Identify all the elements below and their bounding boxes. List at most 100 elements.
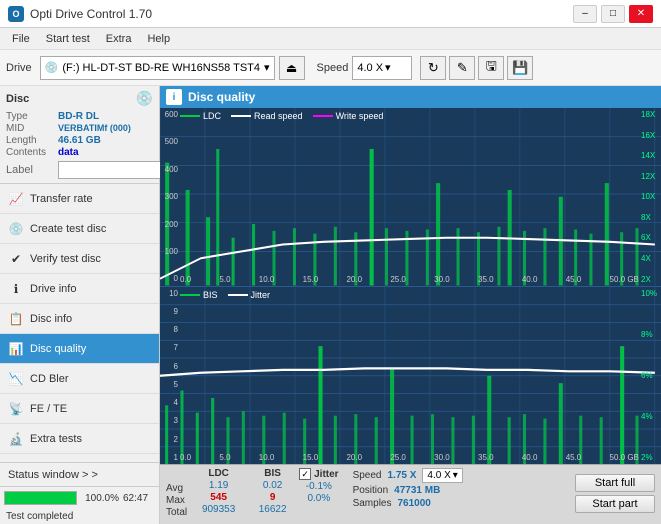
disc-quality-header: i Disc quality xyxy=(160,86,661,108)
charts-container: LDC Read speed Write speed 600 500 400 xyxy=(160,108,661,464)
minimize-button[interactable]: – xyxy=(573,5,597,23)
read-speed-legend-label: Read speed xyxy=(254,111,303,121)
x-label-45: 45.0 xyxy=(566,275,582,284)
sidebar-item-label-cd-bler: CD Bler xyxy=(30,373,69,385)
refresh-button[interactable]: ↻ xyxy=(420,56,446,80)
menu-file[interactable]: File xyxy=(4,31,38,47)
action-buttons: Start full Start part xyxy=(575,474,655,513)
disc-contents-value: data xyxy=(58,147,79,158)
chart-bottom: BIS Jitter 10 9 8 7 6 5 4 3 xyxy=(160,287,661,465)
jitter-section: ✓ Jitter -0.1% 0.0% xyxy=(299,468,338,504)
y-right-18x: 18X xyxy=(639,110,661,119)
speed-select[interactable]: 4.0 X ▾ xyxy=(422,468,462,483)
titlebar: O Opti Drive Control 1.70 – □ ✕ xyxy=(0,0,661,28)
y2-right-4pct: 4% xyxy=(639,412,661,421)
sidebar-item-disc-quality[interactable]: 📊 Disc quality xyxy=(0,334,159,364)
ldc-legend-label: LDC xyxy=(203,111,221,121)
x2-label-0: 0.0 xyxy=(180,453,191,462)
sidebar-item-drive-info[interactable]: ℹ Drive info xyxy=(0,274,159,304)
sidebar-item-label-disc-quality: Disc quality xyxy=(30,343,86,355)
menu-extra[interactable]: Extra xyxy=(98,31,140,47)
progress-bar-fill xyxy=(5,492,76,504)
sidebar-item-label-drive-info: Drive info xyxy=(30,283,76,295)
x2-label-10: 10.0 xyxy=(259,453,275,462)
y2-label-7: 7 xyxy=(160,343,178,352)
sidebar-item-cd-bler[interactable]: 📉 CD Bler xyxy=(0,364,159,394)
sidebar-item-transfer-rate[interactable]: 📈 Transfer rate xyxy=(0,184,159,214)
verify-test-disc-icon: ✔ xyxy=(8,251,24,267)
jitter-checkbox-row[interactable]: ✓ Jitter xyxy=(299,468,338,480)
chart-bottom-x-labels: 0.0 5.0 10.0 15.0 20.0 25.0 30.0 35.0 40… xyxy=(180,453,639,462)
chevron-down-icon: ▾ xyxy=(264,61,270,74)
controls-panel: Avg Max Total LDC 1.19 545 909353 BIS 0.… xyxy=(160,464,661,524)
eject-button[interactable]: ⏏ xyxy=(279,56,305,80)
close-button[interactable]: ✕ xyxy=(629,5,653,23)
speed-position-section: Speed 1.75 X 4.0 X ▾ Position 47731 MB xyxy=(353,468,463,509)
sidebar-item-disc-info[interactable]: 📋 Disc info xyxy=(0,304,159,334)
x2-label-20: 20.0 xyxy=(346,453,362,462)
save-disc-button[interactable]: 🖫 xyxy=(478,56,504,80)
progress-row: 100.0% 62:47 xyxy=(0,487,159,509)
samples-row: Samples 761000 xyxy=(353,498,463,509)
y-label-500: 500 xyxy=(160,137,178,146)
x-label-50: 50.0 GB xyxy=(610,275,639,284)
sidebar: Disc 💿 Type BD-R DL MID VERBATIMf (000) … xyxy=(0,86,160,524)
ldc-legend: LDC xyxy=(180,111,221,121)
start-full-button[interactable]: Start full xyxy=(575,474,655,492)
jitter-legend-color xyxy=(228,294,248,296)
jitter-checkbox[interactable]: ✓ xyxy=(299,468,311,480)
read-speed-legend-color xyxy=(231,115,251,117)
bis-legend-color xyxy=(180,294,200,296)
y-right-8x: 8X xyxy=(639,213,661,222)
y-label-0: 0 xyxy=(160,274,178,283)
sidebar-item-fe-te[interactable]: 📡 FE / TE xyxy=(0,394,159,424)
x-label-25: 25.0 xyxy=(390,275,406,284)
sidebar-item-create-test-disc[interactable]: 💿 Create test disc xyxy=(0,214,159,244)
drive-label: Drive xyxy=(6,62,32,74)
y-right-10x: 10X xyxy=(639,192,661,201)
sidebar-item-label-disc-info: Disc info xyxy=(30,313,72,325)
y2-right-8pct: 8% xyxy=(639,330,661,339)
speed-label: Speed xyxy=(317,62,349,74)
speed-select-value: 4.0 X xyxy=(427,470,450,481)
y-right-14x: 14X xyxy=(639,151,661,160)
x2-label-50: 50.0 GB xyxy=(610,453,639,462)
x-label-40: 40.0 xyxy=(522,275,538,284)
status-window-button[interactable]: Status window > > xyxy=(0,463,159,487)
x2-label-25: 25.0 xyxy=(390,453,406,462)
y-label-200: 200 xyxy=(160,220,178,229)
fe-te-icon: 📡 xyxy=(8,401,24,417)
disc-label-label: Label xyxy=(6,164,58,176)
maximize-button[interactable]: □ xyxy=(601,5,625,23)
start-part-button[interactable]: Start part xyxy=(575,495,655,513)
y2-right-10pct: 10% xyxy=(639,289,661,298)
edit-button[interactable]: ✎ xyxy=(449,56,475,80)
x-label-15: 15.0 xyxy=(303,275,319,284)
bis-col: BIS 0.02 9 16622 xyxy=(250,468,295,515)
drive-icon: 💿 xyxy=(45,61,59,74)
drive-selector[interactable]: 💿 (F:) HL-DT-ST BD-RE WH16NS58 TST4 ▾ xyxy=(40,56,275,80)
sidebar-item-label-transfer-rate: Transfer rate xyxy=(30,193,93,205)
chart-bottom-y-labels-left: 10 9 8 7 6 5 4 3 2 1 xyxy=(160,287,180,465)
sidebar-item-label-verify-test-disc: Verify test disc xyxy=(30,253,101,265)
sidebar-item-verify-test-disc[interactable]: ✔ Verify test disc xyxy=(0,244,159,274)
y2-label-6: 6 xyxy=(160,362,178,371)
disc-type-field: Type BD-R DL xyxy=(6,111,153,122)
progress-bar xyxy=(4,491,77,505)
x-label-10: 10.0 xyxy=(259,275,275,284)
y2-label-9: 9 xyxy=(160,307,178,316)
chart-bottom-y-labels-right: 10% 8% 6% 4% 2% xyxy=(639,287,661,465)
write-speed-legend-color xyxy=(313,115,333,117)
ldc-avg: 1.19 xyxy=(209,480,228,491)
ldc-col: LDC 1.19 545 909353 xyxy=(191,468,246,515)
max-label: Max xyxy=(166,495,187,506)
sidebar-status-bar: Status window > > 100.0% 62:47 Test comp… xyxy=(0,462,159,524)
x-label-0: 0.0 xyxy=(180,275,191,284)
menu-help[interactable]: Help xyxy=(139,31,178,47)
y-right-4x: 4X xyxy=(639,254,661,263)
disc-panel: Disc 💿 Type BD-R DL MID VERBATIMf (000) … xyxy=(0,86,159,184)
speed-selector[interactable]: 4.0 X ▾ xyxy=(352,56,412,80)
sidebar-item-extra-tests[interactable]: 🔬 Extra tests xyxy=(0,424,159,454)
save-button[interactable]: 💾 xyxy=(507,56,533,80)
menu-start-test[interactable]: Start test xyxy=(38,31,98,47)
